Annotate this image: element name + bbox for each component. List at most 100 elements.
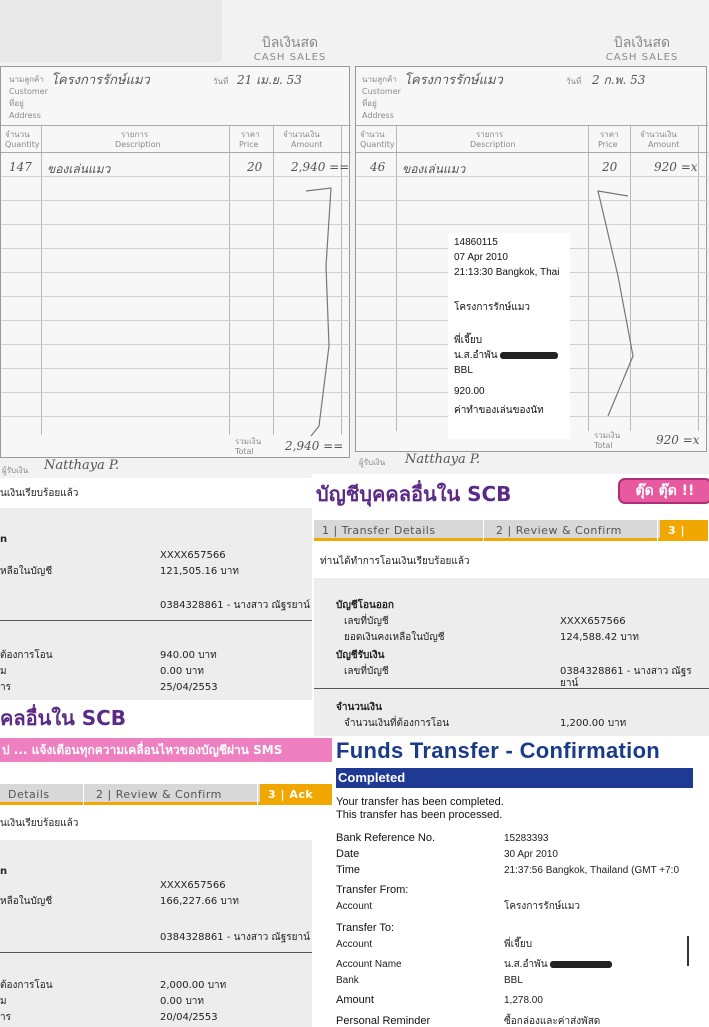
scb-right-divider — [314, 688, 709, 689]
slip-line-from: โครงการรักษ์แมว — [454, 302, 531, 313]
funds-transfer-status-bar: Completed — [336, 768, 693, 788]
receipt-left-signature: Natthaya P. — [44, 458, 120, 473]
receipt-left-address-label: ที่อยู่ — [9, 99, 24, 108]
receipt-right-total-label: รวมเงิน — [594, 431, 621, 440]
funds-transfer-time-label: Time — [336, 864, 361, 876]
receipt-right-scribble — [597, 190, 634, 417]
scb-left-top-status: นเงินเรียบร้อยแล้ว — [0, 488, 79, 499]
funds-transfer-ref-value: 15283393 — [504, 833, 549, 844]
cursor-mark — [687, 936, 689, 966]
receipt-left-form: นามลูกค้า Customer ที่อยู่ Address โครงก… — [0, 66, 351, 458]
scb-left-bottom-section-from: n — [0, 866, 8, 877]
funds-transfer-time-value: 21:37:56 Bangkok, Thailand (GMT +7:0 — [504, 865, 680, 876]
receipt-left-receiver-label: ผู้รับเงิน — [2, 466, 29, 475]
receipt-right-col-price-en: Price — [598, 140, 618, 149]
receipt-right-header-title: บิลเงินสด — [613, 35, 671, 51]
receipt-left-col-qty: จำนวน — [5, 130, 30, 139]
funds-transfer-from-acc-value: โครงการรักษ์แมว — [504, 901, 581, 912]
scb-right-title: บัญชีบุคคลอื่นใน SCB — [316, 482, 512, 506]
scb-left-bottom-fee-value: 0.00 บาท — [160, 996, 204, 1007]
sms-banner: ป ... แจ้งเตือนทุกความเคลื่อนไหวของบัญชี… — [0, 738, 338, 762]
receipt-right-row-price: 20 — [602, 160, 618, 174]
funds-transfer-to-acc-value: พี่เจี๊ยบ — [504, 939, 533, 950]
scb-left-bottom-divider — [0, 952, 312, 953]
scb-left-top-balance-value: 121,505.16 บาท — [160, 566, 239, 577]
receipt-right-receiver-label: ผู้รับเงิน — [359, 458, 386, 467]
slip-line-date: 07 Apr 2010 — [454, 252, 508, 263]
scb-right-box: บัญชีโอนออก เลขที่บัญชี XXXX657566 ยอดเง… — [314, 578, 709, 736]
receipt-left-col-amount: จำนวนเงิน — [283, 130, 320, 139]
funds-transfer-title: Funds Transfer - Confirmation — [336, 738, 661, 763]
scb-right-from-header: บัญชีโอนออก — [336, 600, 394, 611]
funds-transfer-to-name-label: Account Name — [336, 959, 402, 970]
receipt-right-row-desc: ของเล่นแมว — [402, 162, 466, 176]
funds-transfer-msg2: This transfer has been processed. — [336, 809, 503, 821]
scb-right-badge[interactable]: ตุ๊ด ตุ๊ด !! — [618, 478, 709, 504]
scb-left-top-fee-value: 0.00 บาท — [160, 666, 204, 677]
scb-right-to-header: บัญชีรับเงิน — [336, 650, 385, 661]
scb-left-top-amount-label: ต้องการโอน — [0, 650, 53, 661]
scb-left-top-acc-number: XXXX657566 — [160, 550, 226, 561]
funds-transfer-to-label: Transfer To: — [336, 922, 395, 934]
scb-right-acc-value: XXXX657566 — [560, 616, 626, 627]
scb-left-top-divider — [0, 620, 312, 621]
receipt-right-row-amount: 920 =x — [654, 160, 698, 174]
receipt-left-col-desc-en: Description — [115, 140, 161, 149]
funds-transfer-from-label: Transfer From: — [336, 884, 409, 896]
scb-left-top-fee-label: ม — [0, 666, 7, 677]
scb-left-bottom-to-account: 0384328861 - นางสาว ณัฐรยาน์ — [160, 932, 310, 943]
receipt-left-col-price-en: Price — [239, 140, 259, 149]
receipt-left-total-label: รวมเงิน — [235, 437, 262, 446]
funds-transfer-panel: Funds Transfer - Confirmation Completed … — [332, 736, 709, 1027]
slip-line-name: น.ส.อำพัน — [454, 348, 564, 363]
tab-ack[interactable]: 3 | Ack — [660, 520, 709, 558]
scb-left-top: นเงินเรียบร้อยแล้ว n XXXX657566 หลือในบั… — [0, 478, 312, 700]
receipt-left-header-title: บิลเงินสด — [261, 35, 319, 51]
receipt-left-total-label-en: Total — [235, 447, 254, 456]
receipt-left-row-qty: 147 — [9, 160, 32, 174]
funds-transfer-ref-label: Bank Reference No. — [336, 832, 436, 844]
scb-left-top-balance-label: หลือในบัญชี — [0, 566, 53, 577]
receipt-right-total-value: 920 =x — [656, 433, 700, 447]
tab-ack[interactable]: 3 | Ack — [260, 784, 338, 805]
scb-left-top-section-from: n — [0, 534, 8, 545]
receipt-left-col-amount-en: Amount — [291, 140, 323, 149]
scb-left-title: คลอื่นใน SCB — [0, 706, 127, 730]
receipt-left-date-label: วันที่ — [213, 77, 229, 86]
tab-transfer-details[interactable]: 1 | Transfer Details — [314, 520, 484, 541]
receipt-right-col-price: ราคา — [600, 130, 619, 139]
scb-right-amount-value: 1,200.00 บาท — [560, 718, 627, 729]
receipt-left-header-box — [0, 0, 222, 62]
slip-line-bank: BBL — [454, 365, 473, 376]
scb-right-amount-label: จำนวนเงินที่ต้องการโอน — [344, 718, 450, 729]
receipt-left-col-desc: รายการ — [121, 130, 149, 139]
receipt-right-customer-label-en: Customer — [362, 87, 401, 96]
receipt-right-col-qty: จำนวน — [360, 130, 385, 139]
funds-transfer-from-acc-label: Account — [336, 901, 373, 912]
funds-transfer-to-acc-label: Account — [336, 939, 373, 950]
scb-right-to-acc-value: 0384328861 - นางสาว ณัฐรยาน์ — [560, 666, 692, 689]
funds-transfer-reminder-label: Personal Reminder — [336, 1015, 431, 1027]
receipt-right-col-desc-en: Description — [470, 140, 516, 149]
tab-review-confirm[interactable]: 2 | Review & Confirm — [88, 784, 258, 805]
receipt-left-total-value: 2,940 == — [285, 439, 344, 453]
scb-left-bottom-balance-label: หลือในบัญชี — [0, 896, 53, 907]
funds-transfer-to-name-value: น.ส.อำพัน — [504, 958, 613, 971]
funds-transfer-date-value: 30 Apr 2010 — [504, 849, 558, 860]
tab-review-confirm[interactable]: 2 | Review & Confirm — [488, 520, 658, 541]
receipt-right-col-desc: รายการ — [476, 130, 504, 139]
receipt-right-header-sub: CASH SALES — [605, 52, 679, 63]
receipt-left-col-qty-en: Quantity — [5, 140, 40, 149]
receipt-left-customer-label: นามลูกค้า — [9, 75, 44, 84]
receipt-left-row-price: 20 — [247, 160, 263, 174]
scb-right-acc-label: เลขที่บัญชี — [344, 616, 389, 627]
slip-line-note: ค่าทำของเล่นของนัท — [454, 405, 544, 416]
receipt-left-sheet: บิลเงินสด CASH SALES นามลูกค้า Customer … — [0, 0, 355, 478]
scb-left-bottom-amount-label: ต้องการโอน — [0, 980, 53, 991]
scb-left-bottom-tabbar: Details 2 | Review & Confirm 3 | Ack — [0, 784, 338, 805]
redaction-mark — [550, 960, 613, 968]
funds-transfer-reminder-value: ซื้อกล่องและค่าส่งพัสด — [504, 1016, 601, 1027]
scb-right-to-acc-label: เลขที่บัญชี — [344, 666, 389, 677]
slip-line-amount: 920.00 — [454, 386, 485, 397]
tab-transfer-details[interactable]: Details — [0, 784, 84, 805]
